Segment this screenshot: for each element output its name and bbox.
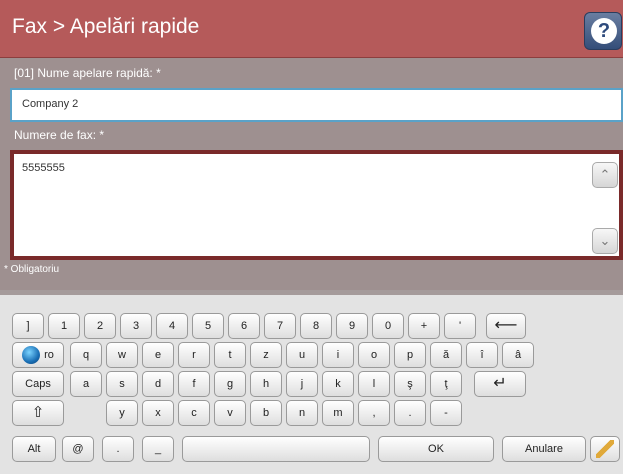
key-y[interactable]: y (106, 400, 138, 426)
key-t-cedilla[interactable]: ţ (430, 371, 462, 397)
alt-key[interactable]: Alt (12, 436, 56, 462)
key-s-cedilla[interactable]: ş (394, 371, 426, 397)
backspace-key[interactable]: ⟵ (486, 313, 526, 339)
key-p[interactable]: p (394, 342, 426, 368)
key-h[interactable]: h (250, 371, 282, 397)
key-8[interactable]: 8 (300, 313, 332, 339)
fax-field[interactable]: 5555555 (10, 150, 623, 260)
help-icon: ? (591, 18, 617, 44)
shift-key[interactable]: ⇧ (12, 400, 64, 426)
key-underscore[interactable]: _ (142, 436, 174, 462)
key-a-breve[interactable]: ă (430, 342, 462, 368)
key-4[interactable]: 4 (156, 313, 188, 339)
key-e[interactable]: e (142, 342, 174, 368)
globe-icon (22, 346, 41, 365)
key-2[interactable]: 2 (84, 313, 116, 339)
pen-icon (596, 440, 614, 459)
key-d[interactable]: d (142, 371, 174, 397)
chevron-down-icon: ⌄ (599, 233, 611, 248)
key-1[interactable]: 1 (48, 313, 80, 339)
key-u[interactable]: u (286, 342, 318, 368)
title-bar: Fax > Apelări rapide ? (0, 0, 623, 58)
key-v[interactable]: v (214, 400, 246, 426)
enter-icon: ↵ (493, 375, 507, 392)
key-7[interactable]: 7 (264, 313, 296, 339)
key-i[interactable]: i (322, 342, 354, 368)
key-s[interactable]: s (106, 371, 138, 397)
key-r[interactable]: r (178, 342, 210, 368)
key-dot[interactable]: . (102, 436, 134, 462)
name-field[interactable]: Company 2 (10, 88, 623, 122)
key-period[interactable]: . (394, 400, 426, 426)
key-6[interactable]: 6 (228, 313, 260, 339)
ok-button[interactable]: OK (378, 436, 494, 462)
required-note: * Obligatoriu (4, 264, 60, 275)
key-w[interactable]: w (106, 342, 138, 368)
chevron-up-icon: ⌃ (599, 167, 611, 182)
key-t[interactable]: t (214, 342, 246, 368)
handwriting-button[interactable] (590, 436, 620, 462)
help-button[interactable]: ? (584, 12, 622, 50)
key-c[interactable]: c (178, 400, 210, 426)
key-o[interactable]: o (358, 342, 390, 368)
key-9[interactable]: 9 (336, 313, 368, 339)
key-x[interactable]: x (142, 400, 174, 426)
key-q[interactable]: q (70, 342, 102, 368)
scroll-up-button[interactable]: ⌃ (592, 162, 618, 188)
key-a-circumflex[interactable]: â (502, 342, 534, 368)
fax-label: Numere de fax: * (14, 128, 105, 142)
enter-key[interactable]: ↵ (474, 371, 526, 397)
key-apostrophe[interactable]: ' (444, 313, 476, 339)
key-k[interactable]: k (322, 371, 354, 397)
key-l[interactable]: l (358, 371, 390, 397)
key-hyphen[interactable]: - (430, 400, 462, 426)
page-title: Fax > Apelări rapide (12, 15, 200, 38)
key-z[interactable]: z (250, 342, 282, 368)
language-label: ro (44, 349, 54, 361)
backspace-icon: ⟵ (494, 317, 518, 334)
key-5[interactable]: 5 (192, 313, 224, 339)
key-0[interactable]: 0 (372, 313, 404, 339)
key-at[interactable]: @ (62, 436, 94, 462)
scroll-down-button[interactable]: ⌄ (592, 228, 618, 254)
key-n[interactable]: n (286, 400, 318, 426)
key-i-circumflex[interactable]: î (466, 342, 498, 368)
key-bracket[interactable]: ] (12, 313, 44, 339)
key-a[interactable]: a (70, 371, 102, 397)
space-key[interactable] (182, 436, 370, 462)
name-label: [01] Nume apelare rapidă: * (14, 66, 161, 80)
key-m[interactable]: m (322, 400, 354, 426)
key-j[interactable]: j (286, 371, 318, 397)
key-comma[interactable]: , (358, 400, 390, 426)
key-3[interactable]: 3 (120, 313, 152, 339)
caps-key[interactable]: Caps (12, 371, 64, 397)
key-b[interactable]: b (250, 400, 282, 426)
key-g[interactable]: g (214, 371, 246, 397)
language-key[interactable]: ro (12, 342, 64, 368)
cancel-button[interactable]: Anulare (502, 436, 586, 462)
key-f[interactable]: f (178, 371, 210, 397)
key-plus[interactable]: + (408, 313, 440, 339)
shift-icon: ⇧ (31, 404, 45, 421)
